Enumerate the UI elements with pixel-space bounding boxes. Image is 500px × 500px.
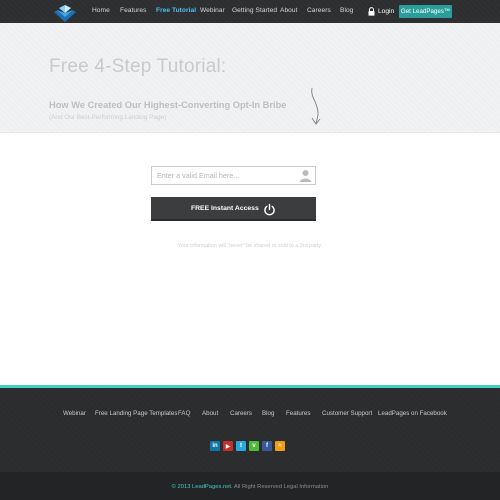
footer-link-features[interactable]: Features: [286, 410, 310, 417]
copyright-rest: . All Right Reserved Legal Information: [231, 484, 329, 490]
nav-item-getting-started[interactable]: Getting Started: [232, 7, 277, 14]
footer-link-faq[interactable]: FAQ: [178, 410, 190, 417]
footer-link-careers[interactable]: Careers: [230, 410, 252, 417]
nav-item-about[interactable]: About: [280, 7, 297, 14]
nav-item-webinar[interactable]: Webinar: [200, 7, 225, 14]
linkedin-icon[interactable]: in: [210, 441, 220, 451]
nav-item-blog[interactable]: Blog: [340, 7, 353, 14]
page-title: Free 4-Step Tutorial:: [49, 56, 227, 77]
nav-item-home[interactable]: Home: [92, 7, 110, 14]
twitter-icon[interactable]: t: [236, 441, 246, 451]
user-icon: [299, 170, 312, 182]
get-leadpages-button[interactable]: Get LeadPages™: [399, 5, 452, 18]
rss-icon[interactable]: ≈: [275, 441, 285, 451]
submit-label: FREE Instant Access: [191, 205, 259, 212]
privacy-note: Your information will "never" be shared …: [177, 243, 323, 249]
footer-link-templates[interactable]: Free Landing Page Templates: [95, 410, 177, 417]
nav-item-features[interactable]: Features: [120, 7, 146, 14]
copyright-brand[interactable]: © 2013 LeadPages.net: [172, 484, 231, 490]
free-instant-access-button[interactable]: FREE Instant Access: [151, 197, 316, 221]
footer-link-about[interactable]: About: [202, 410, 218, 417]
footer-link-webinar[interactable]: Webinar: [63, 410, 86, 417]
copyright: © 2013 LeadPages.net. All Right Reserved…: [0, 484, 500, 490]
footer-link-customer-support[interactable]: Customer Support: [322, 410, 372, 417]
footer: [0, 388, 500, 472]
hero-subtitle-secondary: (And Our Best-Performing Landing Page): [49, 114, 167, 121]
top-nav: Home Features Free Tutorial Webinar Gett…: [0, 0, 500, 23]
hero-section: Free 4-Step Tutorial: How We Created Our…: [0, 23, 500, 132]
power-icon: [264, 203, 275, 216]
login-link[interactable]: Login: [368, 6, 394, 17]
hero-divider: [0, 132, 500, 133]
curved-arrow-icon: [311, 87, 321, 125]
youtube-icon[interactable]: ▶: [223, 441, 233, 451]
login-label: Login: [378, 8, 395, 15]
email-field[interactable]: [152, 167, 292, 184]
footer-link-facebook[interactable]: LeadPages on Facebook: [378, 410, 447, 417]
facebook-icon[interactable]: f: [262, 441, 272, 451]
email-field-wrapper: [151, 166, 316, 185]
leadpages-logo-icon[interactable]: [54, 4, 76, 23]
nav-item-free-tutorial[interactable]: Free Tutorial: [156, 7, 196, 14]
nav-item-careers[interactable]: Careers: [307, 7, 331, 14]
footer-link-blog[interactable]: Blog: [262, 410, 274, 417]
vimeo-icon[interactable]: v: [249, 441, 259, 451]
lock-icon: [368, 7, 375, 16]
social-icons: in ▶ t v f ≈: [210, 441, 285, 451]
hero-subtitle: How We Created Our Highest-Converting Op…: [49, 100, 287, 110]
